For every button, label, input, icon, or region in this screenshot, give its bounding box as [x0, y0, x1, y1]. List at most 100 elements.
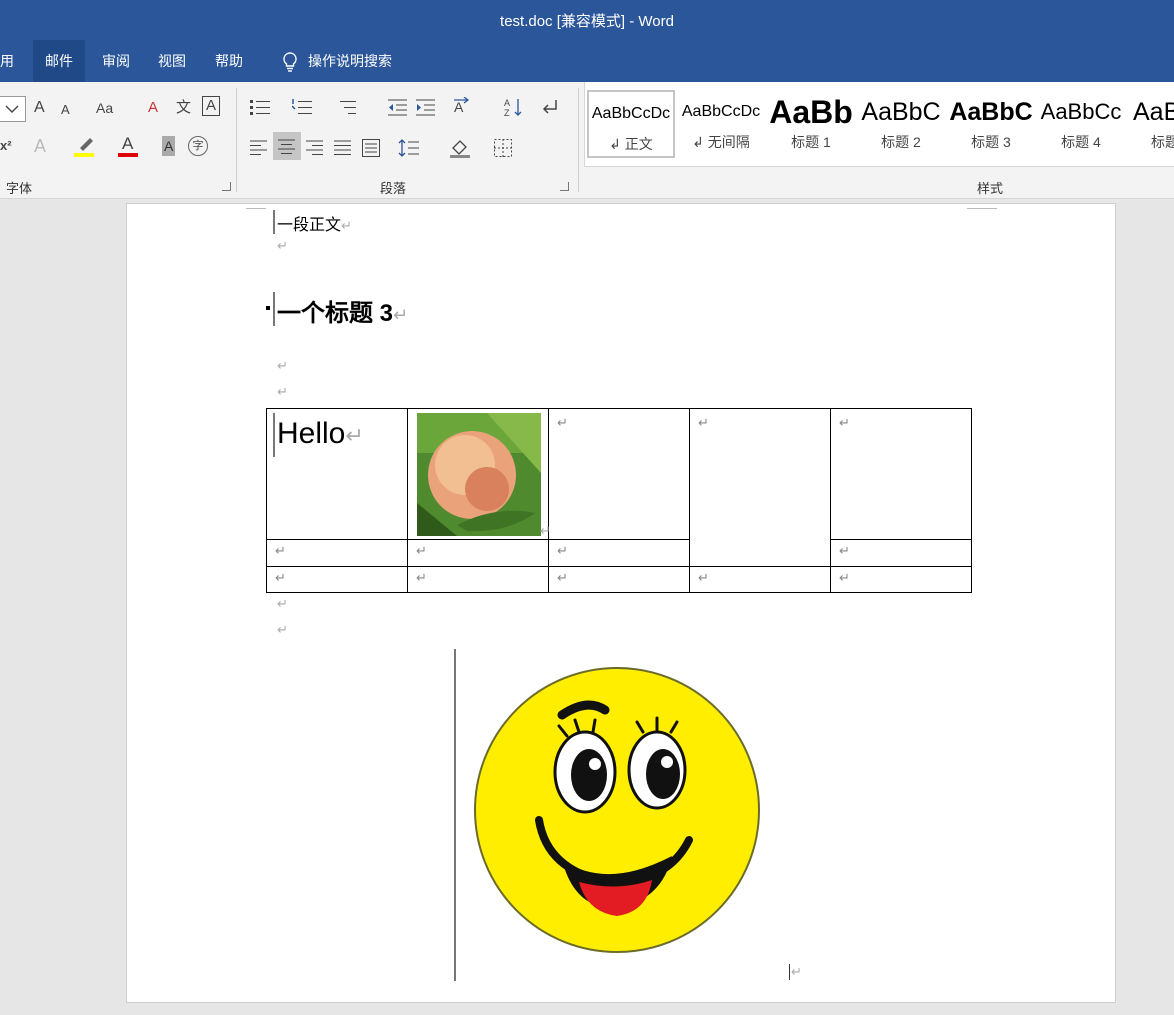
grow-font-button[interactable]: A: [34, 98, 45, 118]
lightbulb-icon: [283, 52, 297, 72]
tab-help[interactable]: 帮助: [203, 40, 255, 82]
style-name: 标题 2: [881, 134, 921, 150]
line-spacing-icon[interactable]: [398, 138, 420, 158]
character-shading-button[interactable]: A: [162, 136, 176, 156]
highlighter-icon: [80, 138, 93, 151]
distributed-icon[interactable]: [362, 139, 380, 157]
document-page[interactable]: 一段正文↵ ↵ 一个标题 3↵ ↵ ↵ Hello↵ ↵ ↵ ↵ ↵ ↵ ↵ ↵…: [126, 203, 1116, 1003]
align-right-icon[interactable]: [306, 140, 324, 156]
highlight-swatch: [74, 153, 94, 157]
svg-text:A: A: [454, 99, 464, 115]
table-cell[interactable]: ↵: [266, 539, 408, 567]
superscript-button[interactable]: x²: [0, 136, 12, 156]
hello-text: Hello: [277, 417, 346, 450]
tab-view[interactable]: 视图: [146, 40, 198, 82]
document-table[interactable]: Hello↵ ↵ ↵ ↵ ↵ ↵ ↵ ↵ ↵ ↵ ↵ ↵ ↵ ↵: [266, 408, 972, 593]
shading-icon[interactable]: [450, 138, 472, 158]
phonetic-guide-button[interactable]: 文: [176, 98, 191, 118]
font-color-button[interactable]: A: [118, 134, 140, 158]
paragraph-mark: ↵: [277, 384, 288, 399]
increase-indent-icon[interactable]: [416, 98, 436, 116]
cell-mark: ↵: [698, 570, 709, 585]
cell-mark: ↵: [416, 543, 427, 558]
justify-icon[interactable]: [334, 140, 352, 156]
margin-corner-mark: [246, 204, 266, 209]
table-cell[interactable]: Hello↵: [266, 408, 408, 540]
font-dialog-launcher[interactable]: [222, 182, 231, 191]
enclose-characters-button[interactable]: 字: [188, 136, 208, 156]
style-name: 标题 3: [971, 134, 1011, 150]
shrink-font-button[interactable]: A: [61, 100, 70, 120]
font-color-letter: A: [122, 134, 134, 153]
style-no-spacing[interactable]: AaBbCcDc ↲ 无间隔: [677, 90, 765, 158]
table-cell[interactable]: ↵: [830, 408, 972, 540]
table-cell[interactable]: ↵: [266, 566, 408, 593]
table-cell[interactable]: ↵: [407, 566, 549, 593]
group-label-font: 字体: [6, 181, 33, 196]
multilevel-list-icon[interactable]: [336, 98, 358, 116]
change-case-button[interactable]: Aa: [96, 98, 113, 118]
group-label-styles: 样式: [977, 181, 1004, 196]
body-paragraph[interactable]: 一段正文↵: [277, 211, 352, 235]
cell-mark: ↵: [839, 415, 850, 430]
cell-mark: ↵: [698, 415, 709, 430]
decrease-indent-icon[interactable]: [388, 98, 408, 116]
smiley-face-image[interactable]: [467, 660, 767, 960]
numbering-icon[interactable]: [292, 98, 314, 116]
svg-text:A: A: [504, 98, 510, 108]
margin-corner-mark: [967, 204, 997, 209]
paragraph-dialog-launcher[interactable]: [560, 182, 569, 191]
style-title[interactable]: AaBl 标题: [1127, 90, 1174, 158]
heading-3-paragraph[interactable]: 一个标题 3↵: [277, 293, 408, 328]
table-cell[interactable]: ↵: [689, 566, 831, 593]
font-size-dropdown[interactable]: [0, 96, 26, 122]
table-cell[interactable]: ↵: [548, 408, 690, 540]
paragraph-mark: ↵: [791, 964, 802, 979]
status-bar: [0, 1003, 1174, 1015]
character-border-button[interactable]: A: [202, 96, 221, 116]
table-cell[interactable]: ↵: [548, 539, 690, 567]
tell-me-search[interactable]: 操作说明搜索: [270, 40, 404, 82]
clear-formatting-button[interactable]: A: [148, 98, 158, 118]
text-cursor: [273, 210, 275, 234]
table-cell[interactable]: ↵: [407, 408, 551, 540]
title-bar: test.doc [兼容模式] - Word: [0, 0, 1174, 40]
style-name: 标题: [1151, 134, 1174, 150]
align-center-button[interactable]: [273, 132, 301, 160]
highlight-color-button[interactable]: [74, 134, 98, 158]
table-cell[interactable]: ↵: [548, 566, 690, 593]
style-name: ↲ 无间隔: [692, 134, 750, 150]
style-name: 标题 1: [791, 134, 831, 150]
paragraph-mark: ↵: [277, 622, 288, 637]
tell-me-label: 操作说明搜索: [308, 53, 392, 69]
asian-layout-icon[interactable]: A: [452, 97, 478, 117]
style-heading-4[interactable]: AaBbCc 标题 4: [1037, 90, 1125, 158]
cell-mark: ↵: [839, 543, 850, 558]
paragraph-text: 一段正文: [277, 217, 342, 234]
bullets-icon[interactable]: [250, 98, 272, 116]
align-left-icon[interactable]: [250, 140, 268, 156]
tab-mailings[interactable]: 邮件: [33, 40, 85, 82]
table-cell[interactable]: ↵: [407, 539, 549, 567]
show-formatting-marks-icon[interactable]: [540, 97, 560, 117]
style-heading-1[interactable]: AaBb 标题 1: [767, 90, 855, 158]
sort-icon[interactable]: A Z: [504, 97, 524, 117]
tab-review[interactable]: 审阅: [90, 40, 142, 82]
table-cell[interactable]: ↵: [830, 566, 972, 593]
text-cursor: [789, 964, 790, 980]
tab-references[interactable]: 用: [0, 40, 26, 82]
table-cell-merged[interactable]: ↵: [689, 408, 831, 567]
cell-mark: ↵: [839, 570, 850, 585]
style-heading-2[interactable]: AaBbC 标题 2: [857, 90, 945, 158]
heading-text: 一个标题 3: [277, 300, 394, 327]
style-heading-3[interactable]: AaBbC 标题 3: [947, 90, 1035, 158]
peach-image[interactable]: [417, 413, 541, 536]
text-effects-button[interactable]: A: [34, 136, 46, 156]
paragraph-mark: ↵: [341, 218, 352, 233]
group-separator: [236, 88, 237, 192]
style-normal[interactable]: AaBbCcDc ↲ 正文: [587, 90, 675, 158]
style-sample: AaBbC: [949, 98, 1033, 126]
borders-icon[interactable]: [494, 139, 512, 157]
paragraph-mark: ↵: [393, 305, 409, 325]
table-cell[interactable]: ↵: [830, 539, 972, 567]
